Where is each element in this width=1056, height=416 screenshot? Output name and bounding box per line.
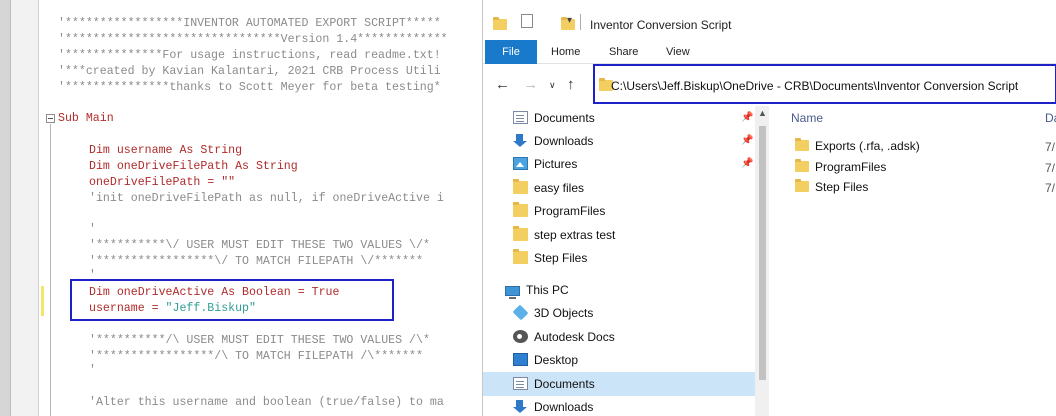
nav-item-easy-files[interactable]: easy files [513,177,584,199]
code-editor[interactable]: '*****************INVENTOR AUTOMATED EXP… [0,0,482,416]
column-header-date[interactable]: Da [1045,111,1056,125]
file-date: 7/ [1045,161,1056,175]
editor-edge [0,0,11,416]
column-header-name[interactable]: Name [791,111,823,125]
up-arrow-icon[interactable]: ↑ [567,76,575,93]
nav-item-step-files[interactable]: Step Files [513,247,587,269]
folder-icon [513,226,528,241]
folder-icon [493,17,507,30]
title-bar: ▾ Inventor Conversion Script [483,0,1056,44]
nav-item-programfiles[interactable]: ProgramFiles [513,200,605,222]
properties-icon[interactable] [521,14,533,28]
pin-icon[interactable]: 📌 [741,135,753,146]
nav-item-label: 3D Objects [534,306,594,320]
nav-item-label: Downloads [534,400,594,414]
code-line: Dim oneDriveFilePath As String [89,160,298,173]
nav-item-step-extras-test[interactable]: step extras test [513,224,615,246]
code-line: ' [89,223,96,236]
folder-icon [795,179,809,192]
nav-item-autodesk-docs[interactable]: Autodesk Docs [513,326,615,348]
code-line: 'Alter this username and boolean (true/f… [89,396,444,409]
folder-icon [795,159,809,172]
autodesk-icon [513,330,528,343]
nav-item-this-pc[interactable]: This PC [505,279,569,301]
nav-item-label: Documents [534,111,595,125]
code-line: '**********\/ USER MUST EDIT THESE TWO V… [89,239,430,252]
forward-arrow-icon[interactable]: → [523,76,538,93]
file-name: Exports (.rfa, .adsk) [815,139,920,153]
code-line: '**************For usage instructions, r… [58,49,441,62]
pc-icon [505,286,520,299]
code-line: Dim username As String [89,144,243,157]
ribbon-tabs: File Home Share View [483,40,1056,64]
fold-guide [50,124,51,416]
code-line: '**********/\ USER MUST EDIT THESE TWO V… [89,334,430,347]
file-row-programfiles[interactable]: ProgramFiles [795,157,886,177]
code-line: ' [89,364,96,377]
window-title: Inventor Conversion Script [590,18,732,32]
code-line-sub-main: Sub Main [58,112,114,125]
code-line: oneDriveFilePath = "" [89,176,236,189]
nav-item-label: Autodesk Docs [534,330,615,344]
code-line: '*******************************Version … [58,33,448,46]
code-line: 'init oneDriveFilePath as null, if oneDr… [89,192,444,205]
editor-gutter [11,0,39,416]
recent-locations-icon[interactable]: ∨ [549,80,556,91]
nav-item-label: Downloads [534,134,594,148]
nav-item-label: ProgramFiles [534,204,606,218]
nav-item-documents[interactable]: Documents [513,107,595,129]
nav-item-3d-objects[interactable]: 3D Objects [512,302,594,324]
folder-icon [513,249,528,264]
desktop-icon [513,353,528,366]
address-path[interactable]: C:\Users\Jeff.Biskup\OneDrive - CRB\Docu… [611,79,1018,93]
code-line: '***************thanks to Scott Meyer fo… [58,81,441,94]
nav-item-label: Documents [534,377,595,391]
file-row-exports[interactable]: Exports (.rfa, .adsk) [795,136,920,156]
highlight-box [70,279,394,321]
quick-access-dropdown-icon[interactable]: ▾ [567,15,572,26]
folder-icon [513,179,528,194]
tab-share[interactable]: Share [609,40,638,64]
file-name: ProgramFiles [815,160,887,174]
code-line: '*****************/\ TO MATCH FILEPATH /… [89,350,423,363]
nav-item-label: easy files [534,181,585,195]
nav-item-downloads[interactable]: Downloads [513,130,593,152]
tab-home[interactable]: Home [551,40,580,64]
scrollbar-thumb[interactable] [759,126,766,380]
file-date: 7/ [1045,140,1056,154]
nav-item-pictures[interactable]: Pictures [513,153,577,175]
document-icon [513,111,528,124]
download-icon [513,134,528,147]
modified-line-marker [41,286,44,316]
nav-item-downloads-pc[interactable]: Downloads [513,396,593,416]
code-line: '*****************\/ TO MATCH FILEPATH \… [89,255,423,268]
title-separator [580,14,581,30]
scroll-up-icon[interactable]: ▲ [758,108,767,118]
code-line: '***created by Kavian Kalantari, 2021 CR… [58,65,441,78]
tab-view[interactable]: View [666,40,690,64]
3d-objects-icon [512,304,529,321]
nav-item-desktop[interactable]: Desktop [513,349,578,371]
nav-item-label: This PC [526,283,569,297]
folder-icon [795,138,809,151]
nav-item-label: Step Files [534,251,588,265]
file-row-step-files[interactable]: Step Files [795,177,868,197]
nav-item-documents-pc[interactable]: Documents [513,373,595,395]
file-date: 7/ [1045,181,1056,195]
tab-file[interactable]: File [485,40,537,64]
nav-item-label: step extras test [534,228,616,242]
nav-item-label: Desktop [534,353,579,367]
collapse-icon[interactable] [46,114,55,123]
file-explorer-window[interactable]: ▾ Inventor Conversion Script File Home S… [482,0,1056,416]
pin-icon[interactable]: 📌 [741,112,753,123]
folder-icon [513,202,528,217]
picture-icon [513,157,528,170]
back-arrow-icon[interactable]: ← [495,76,510,93]
download-icon [513,400,528,413]
file-name: Step Files [815,180,869,194]
code-line: '*****************INVENTOR AUTOMATED EXP… [58,17,441,30]
nav-item-label: Pictures [534,157,578,171]
document-icon [513,377,528,390]
pin-icon[interactable]: 📌 [741,158,753,169]
